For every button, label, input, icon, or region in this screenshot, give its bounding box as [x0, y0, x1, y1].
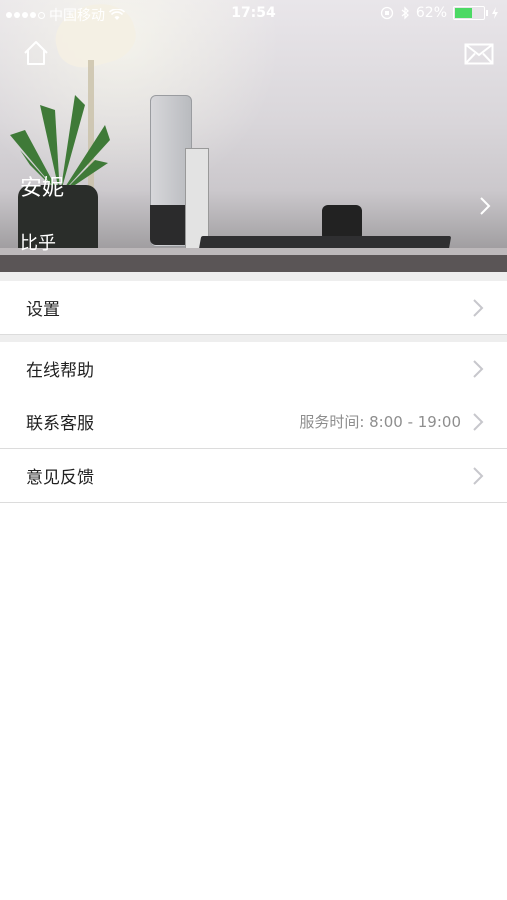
- feedback-label: 意见反馈: [26, 468, 94, 488]
- online-help-label: 在线帮助: [26, 361, 94, 381]
- contact-service-row[interactable]: 联系客服 服务时间: 8:00 - 19:00: [0, 395, 507, 449]
- battery-level-fill: [455, 8, 473, 18]
- battery-percent: 62%: [415, 5, 447, 21]
- charging-icon: [492, 7, 498, 19]
- online-help-row[interactable]: 在线帮助: [0, 342, 507, 396]
- bluetooth-icon: [401, 6, 409, 20]
- orientation-lock-icon: [380, 6, 394, 20]
- battery-icon: [453, 6, 488, 20]
- section-separator: [0, 335, 507, 342]
- chevron-right-icon: [473, 298, 484, 317]
- chevron-right-icon: [473, 412, 484, 431]
- chevron-right-icon: [473, 466, 484, 485]
- profile-subtitle: 比乎: [20, 233, 56, 254]
- bottle-base-shape: [150, 205, 190, 245]
- section-separator: [0, 272, 507, 281]
- profile-name[interactable]: 安妮: [20, 170, 64, 202]
- chevron-right-icon: [473, 359, 484, 378]
- profile-chevron-right-icon[interactable]: [470, 190, 500, 222]
- home-icon[interactable]: [20, 37, 52, 69]
- mail-icon[interactable]: [463, 38, 495, 70]
- status-bar: 中国移动 17:54 62%: [0, 0, 507, 28]
- feedback-row[interactable]: 意见反馈: [0, 449, 507, 503]
- settings-label: 设置: [26, 300, 60, 320]
- settings-row[interactable]: 设置: [0, 281, 507, 335]
- status-right: 62%: [380, 5, 499, 21]
- desk-surface: [0, 255, 507, 272]
- profile-header-background: [0, 0, 507, 272]
- contact-service-label: 联系客服: [26, 414, 94, 434]
- service-hours: 服务时间: 8:00 - 19:00: [299, 413, 461, 431]
